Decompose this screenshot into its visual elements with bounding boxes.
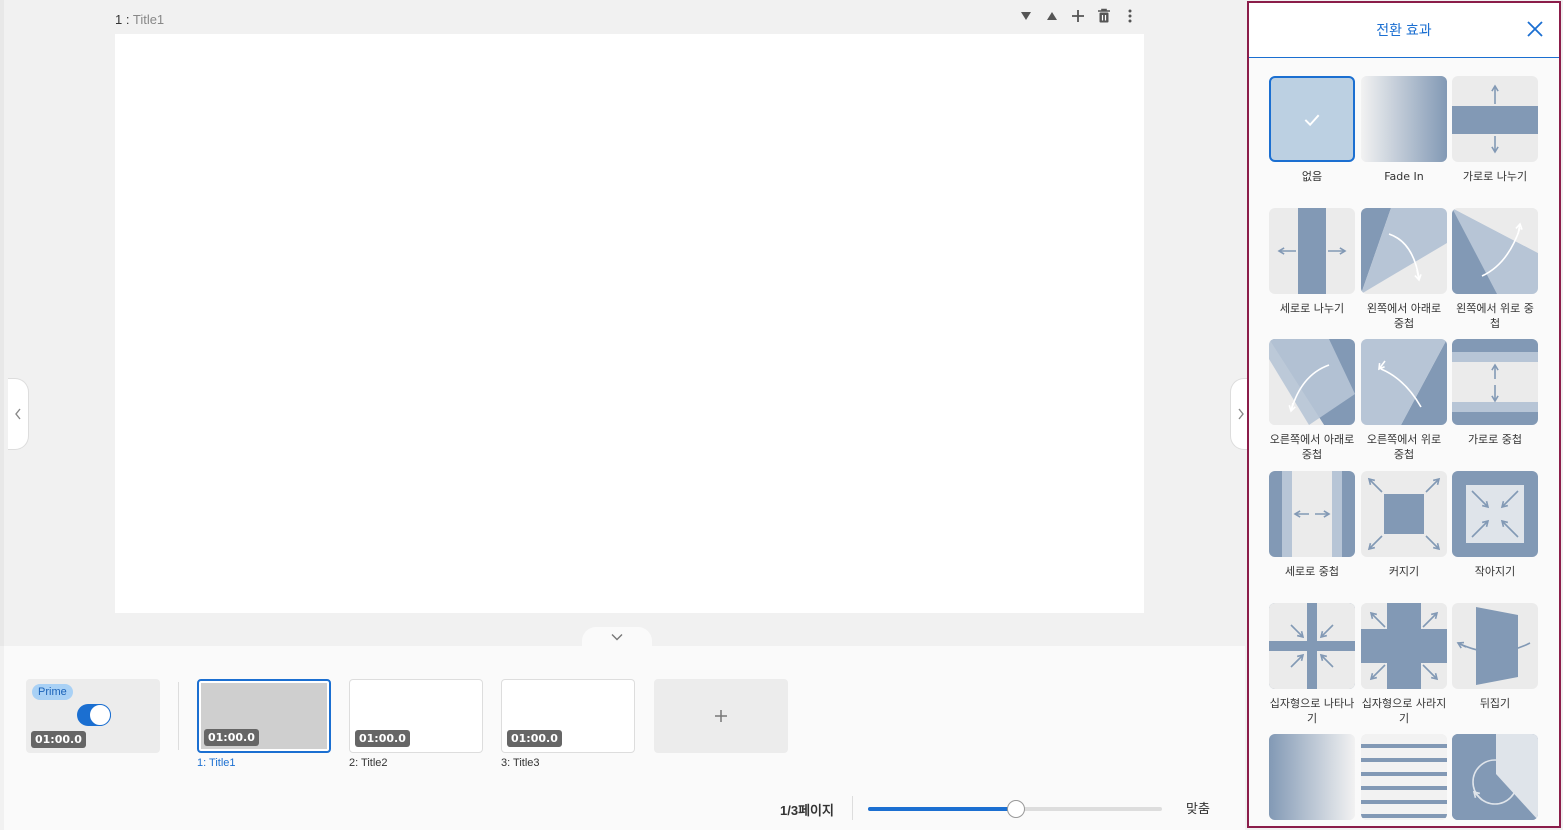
- slide-strip: Prime 01:00.0 01:00.0 1: Title1 01:00.0 …: [4, 646, 1245, 830]
- zoom-slider-handle[interactable]: [1007, 800, 1025, 818]
- thumbnail-label: 1: Title1: [197, 757, 236, 769]
- effect-label: 커지기: [1388, 565, 1420, 578]
- transition-panel: 전환 효과 없음 Fade In 가로로 나누기 세로로 나누기 왼쪽에서 아래로…: [1247, 1, 1561, 828]
- panel-header: 전환 효과: [1249, 3, 1559, 58]
- prime-badge: Prime: [32, 684, 73, 700]
- effect-label: Fade In: [1384, 170, 1424, 183]
- rotate-icon: [1452, 734, 1538, 820]
- effect-label: 없음: [1301, 170, 1323, 183]
- slide-thumbnail-2[interactable]: 01:00.0: [349, 679, 483, 753]
- flip-icon: [1452, 603, 1538, 689]
- prime-toggle[interactable]: [77, 704, 111, 726]
- effect-label: 십자형으로 사라지기: [1361, 697, 1447, 725]
- zoom-out-icon: [1452, 471, 1538, 557]
- move-down-icon[interactable]: [1016, 6, 1036, 26]
- chevron-right-icon: [1238, 408, 1244, 420]
- effect-overlap-left-up[interactable]: 왼쪽에서 위로 중첩: [1452, 208, 1538, 331]
- prime-card[interactable]: Prime 01:00.0: [26, 679, 160, 753]
- split-horizontal-icon: [1452, 76, 1538, 162]
- effect-label: 세로로 나누기: [1279, 302, 1345, 315]
- overlap-horizontal-icon: [1452, 339, 1538, 425]
- blinds-icon: [1361, 734, 1447, 820]
- effect-label: 가로로 나누기: [1462, 170, 1528, 183]
- effect-overlap-right-up[interactable]: 오른쪽에서 위로 중첩: [1361, 339, 1447, 462]
- page-indicator: 1/3페이지: [780, 803, 834, 818]
- cross-appear-icon: [1269, 603, 1355, 689]
- effect-label: 가로로 중첩: [1467, 433, 1523, 446]
- slide-title: Title1: [132, 12, 165, 27]
- prev-slide-button[interactable]: [8, 378, 29, 450]
- effect-overlap-right-down[interactable]: 오른쪽에서 아래로 중첩: [1269, 339, 1355, 462]
- effect-cross-appear[interactable]: 십자형으로 나타나기: [1269, 603, 1355, 726]
- effect-label: 오른쪽에서 위로 중첩: [1366, 433, 1442, 461]
- zoom-slider[interactable]: [868, 800, 1162, 818]
- slide-canvas[interactable]: [115, 34, 1144, 613]
- time-badge: 01:00.0: [355, 730, 410, 747]
- effect-none-check[interactable]: 없음: [1269, 76, 1355, 184]
- overlap-right-down-icon: [1269, 339, 1355, 425]
- effect-flip[interactable]: 뒤집기: [1452, 603, 1538, 711]
- effect-label: 왼쪽에서 위로 중첩: [1456, 302, 1534, 330]
- close-icon[interactable]: [1525, 19, 1545, 39]
- cross-disappear-icon: [1361, 603, 1447, 689]
- slide-thumbnail-3[interactable]: 01:00.0: [501, 679, 635, 753]
- chevron-down-icon: [611, 634, 623, 641]
- slide-number: 1 :: [115, 12, 130, 27]
- effect-label: 오른쪽에서 아래로 중첩: [1269, 433, 1355, 461]
- add-icon[interactable]: [1068, 6, 1088, 26]
- effect-blinds[interactable]: [1361, 734, 1447, 826]
- effect-label: 작아지기: [1474, 565, 1516, 578]
- thumbnail-label: 3: Title3: [501, 757, 540, 769]
- effect-label: 뒤집기: [1479, 697, 1511, 710]
- effect-zoom-out[interactable]: 작아지기: [1452, 471, 1538, 579]
- slide-thumbnail-1[interactable]: 01:00.0: [197, 679, 331, 753]
- split-vertical-icon: [1269, 208, 1355, 294]
- time-badge: 01:00.0: [204, 729, 259, 746]
- effect-zoom-in[interactable]: 커지기: [1361, 471, 1447, 579]
- effect-split-vertical[interactable]: 세로로 나누기: [1269, 208, 1355, 316]
- effect-gradient-fade[interactable]: [1269, 734, 1355, 826]
- collapse-panel-button[interactable]: [582, 627, 652, 647]
- add-slide-button[interactable]: [654, 679, 788, 753]
- plus-icon: [715, 710, 727, 722]
- effect-fade-in[interactable]: Fade In: [1361, 76, 1447, 184]
- prime-time-badge: 01:00.0: [31, 731, 86, 748]
- trash-icon[interactable]: [1094, 6, 1114, 26]
- more-icon[interactable]: [1120, 6, 1140, 26]
- effect-overlap-horizontal[interactable]: 가로로 중첩: [1452, 339, 1538, 447]
- overlap-left-up-icon: [1452, 208, 1538, 294]
- move-up-icon[interactable]: [1042, 6, 1062, 26]
- effect-label: 십자형으로 나타나기: [1269, 697, 1355, 725]
- overlap-vertical-icon: [1269, 471, 1355, 557]
- effect-cross-disappear[interactable]: 십자형으로 사라지기: [1361, 603, 1447, 726]
- effect-overlap-vertical[interactable]: 세로로 중첩: [1269, 471, 1355, 579]
- slide-label: 1 : Title1: [115, 12, 164, 27]
- effect-split-horizontal[interactable]: 가로로 나누기: [1452, 76, 1538, 184]
- thumbnail-label: 2: Title2: [349, 757, 388, 769]
- slide-toolbar: [1016, 6, 1140, 26]
- effect-label: 왼쪽에서 아래로 중첩: [1366, 302, 1442, 330]
- gradient-fade-icon: [1269, 734, 1355, 820]
- effect-rotate[interactable]: [1452, 734, 1538, 826]
- effect-overlap-left-down[interactable]: 왼쪽에서 아래로 중첩: [1361, 208, 1447, 331]
- chevron-left-icon: [15, 408, 21, 420]
- zoom-in-icon: [1361, 471, 1447, 557]
- none-check-icon: [1269, 76, 1355, 162]
- overlap-left-down-icon: [1361, 208, 1447, 294]
- zoom-slider-fill: [868, 807, 1015, 811]
- effect-label: 세로로 중첩: [1284, 565, 1340, 578]
- fade-in-icon: [1361, 76, 1447, 162]
- panel-title: 전환 효과: [1376, 22, 1432, 38]
- editor-area: 1 : Title1: [0, 0, 1251, 647]
- fit-button[interactable]: 맞춤: [1186, 798, 1210, 817]
- overlap-right-up-icon: [1361, 339, 1447, 425]
- divider: [178, 682, 179, 750]
- time-badge: 01:00.0: [507, 730, 562, 747]
- divider: [852, 796, 853, 820]
